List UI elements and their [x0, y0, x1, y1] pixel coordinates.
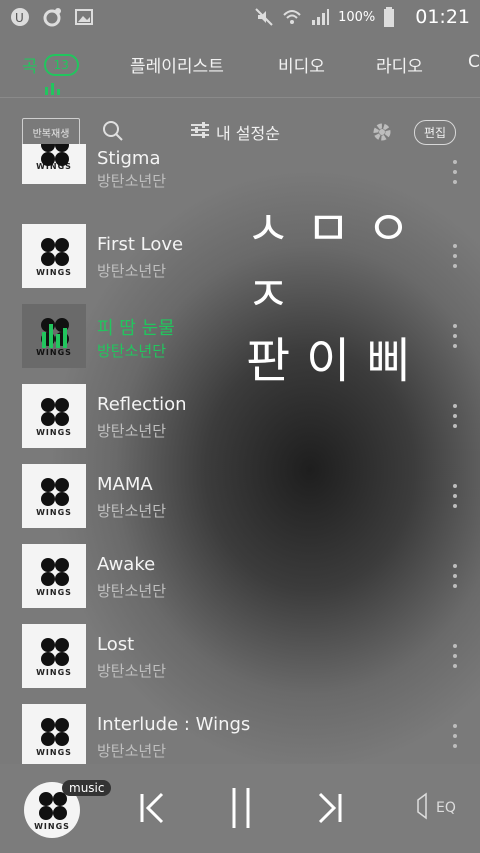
album-text: WINGS	[36, 427, 72, 437]
svg-text:U: U	[15, 11, 24, 25]
speaker-icon	[414, 792, 434, 824]
tab-radio[interactable]: 라디오	[376, 52, 423, 77]
album-text: WINGS	[36, 747, 72, 757]
record-icon	[42, 7, 62, 27]
song-title: MAMA	[97, 474, 153, 495]
sort-label: 내 설정순	[216, 124, 280, 143]
repeat-button[interactable]: 반복재생	[22, 118, 80, 146]
song-title: 피 땀 눈물	[97, 318, 175, 339]
more-options-icon[interactable]	[448, 564, 462, 588]
music-badge: music	[62, 780, 112, 796]
song-artist: 방탄소년단	[97, 582, 167, 600]
gallery-icon	[74, 7, 94, 27]
album-text: WINGS	[36, 587, 72, 597]
more-options-icon[interactable]	[448, 404, 462, 428]
now-playing-bars-icon	[40, 324, 68, 352]
song-artist: 방탄소년단	[97, 342, 167, 360]
repeat-label: 반복재생	[32, 128, 70, 140]
equalizer-bars-icon	[44, 80, 62, 99]
album-thumbnail: WINGS	[22, 144, 86, 184]
more-options-icon[interactable]	[448, 160, 462, 184]
sort-button[interactable]: 내 설정순	[190, 120, 280, 144]
album-thumbnail: WINGS	[22, 544, 86, 608]
album-thumbnail: WINGS	[22, 464, 86, 528]
tab-songs[interactable]: 곡 13	[22, 52, 79, 77]
song-title: Awake	[97, 554, 156, 575]
album-text: WINGS	[34, 821, 70, 831]
song-title: Reflection	[97, 394, 187, 415]
tab-playlist[interactable]: 플레이리스트	[130, 52, 224, 77]
clock: 01:21	[415, 6, 470, 28]
song-row[interactable]: WINGS Interlude : Wings 방탄소년단	[0, 704, 480, 764]
song-title: First Love	[97, 234, 184, 255]
overlay-line-1: ㅅㅁㅇㅈ	[246, 201, 427, 323]
song-artist: 방탄소년단	[97, 662, 167, 680]
overlay-text: ㅅㅁㅇㅈ 판이삐	[246, 196, 480, 394]
battery-percent: 100%	[338, 9, 376, 25]
song-row[interactable]: WINGS Lost 방탄소년단	[0, 624, 480, 704]
album-thumbnail: WINGS	[22, 384, 86, 448]
next-track-icon[interactable]	[316, 790, 344, 830]
song-artist: 방탄소년단	[97, 742, 167, 760]
eq-label: EQ	[436, 800, 456, 816]
song-row[interactable]: WINGS MAMA 방탄소년단	[0, 464, 480, 544]
more-options-icon[interactable]	[448, 484, 462, 508]
search-icon[interactable]	[102, 120, 124, 146]
tab-songs-label: 곡	[22, 57, 38, 77]
song-title: Stigma	[97, 148, 161, 169]
more-options-icon[interactable]	[448, 724, 462, 748]
edit-label: 편집	[424, 126, 447, 140]
eq-button[interactable]: EQ	[414, 792, 456, 824]
tab-bar: 곡 13 플레이리스트 비디오 라디오 C	[0, 34, 480, 98]
song-artist: 방탄소년단	[97, 422, 167, 440]
album-thumbnail: WINGS	[22, 224, 86, 288]
album-thumbnail: WINGS	[22, 704, 86, 764]
mute-icon	[254, 7, 274, 27]
more-options-icon[interactable]	[448, 644, 462, 668]
song-title: Interlude : Wings	[97, 714, 251, 735]
signal-icon	[310, 7, 330, 27]
album-text: WINGS	[36, 267, 72, 277]
edit-button[interactable]: 편집	[414, 120, 457, 145]
song-artist: 방탄소년단	[97, 502, 167, 520]
wifi-icon	[282, 7, 302, 27]
tab-video[interactable]: 비디오	[278, 52, 325, 77]
overlay-line-2: 판이삐	[246, 333, 427, 389]
tab-more-edge[interactable]: C	[468, 52, 480, 72]
album-text: WINGS	[36, 507, 72, 517]
song-artist: 방탄소년단	[97, 262, 167, 280]
sort-sliders-icon	[190, 121, 210, 143]
previous-track-icon[interactable]	[138, 790, 166, 830]
song-title: Lost	[97, 634, 135, 655]
u-plus-icon: U	[10, 7, 30, 27]
song-artist: 방탄소년단	[97, 172, 167, 190]
song-row[interactable]: WINGS Awake 방탄소년단	[0, 544, 480, 624]
pause-icon[interactable]	[228, 786, 254, 834]
album-thumbnail: WINGS	[22, 624, 86, 688]
status-bar: U 100% 01:21	[0, 0, 480, 34]
battery-icon	[383, 7, 403, 27]
song-row[interactable]: WINGS Reflection 방탄소년단	[0, 384, 480, 464]
album-text: WINGS	[36, 667, 72, 677]
mini-player: WINGS music EQ	[0, 764, 480, 853]
song-count-badge: 13	[43, 53, 79, 76]
